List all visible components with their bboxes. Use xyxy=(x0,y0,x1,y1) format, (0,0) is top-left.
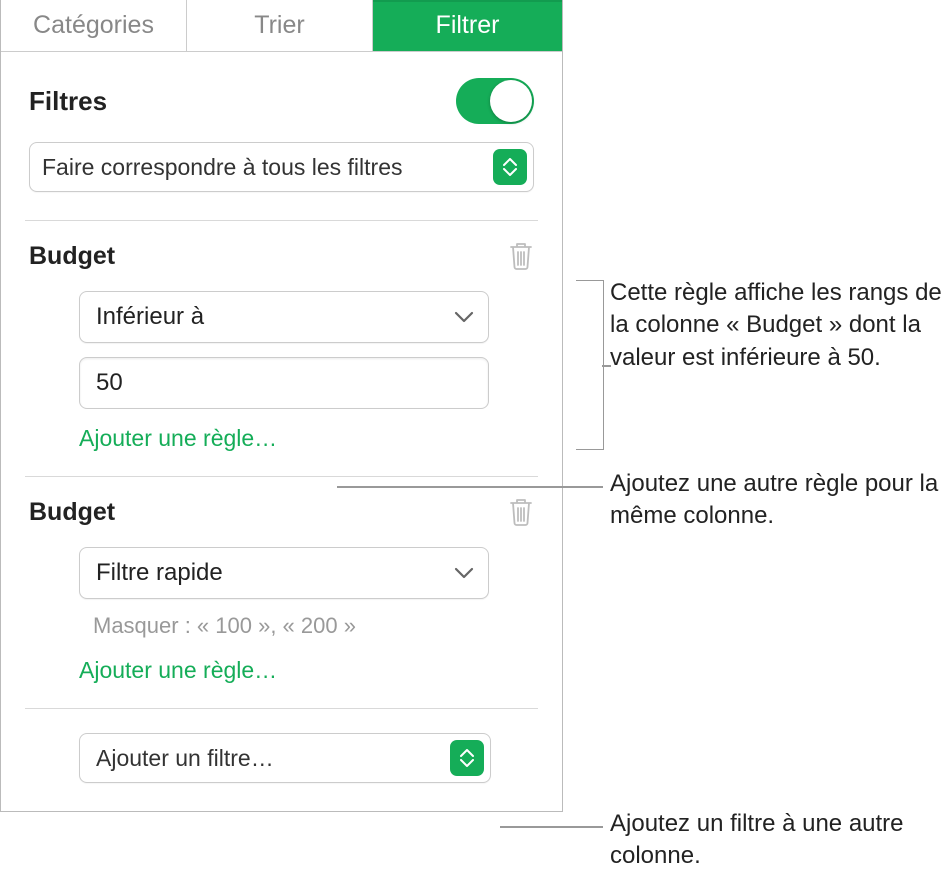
callout-line-3 xyxy=(500,826,603,828)
chevron-down-icon xyxy=(454,311,474,323)
rule-section-2: Budget Filtre rapide Masquer : « 100 », … xyxy=(1,477,562,708)
stepper-icon xyxy=(493,149,527,185)
add-filter-section: Ajouter un filtre… xyxy=(1,709,562,811)
filter-content: Filtres Faire correspondre à tous les fi… xyxy=(1,52,562,811)
operator-label-1: Inférieur à xyxy=(96,303,204,331)
operator-label-2: Filtre rapide xyxy=(96,559,223,587)
quick-filter-hint: Masquer : « 100 », « 200 » xyxy=(93,613,534,639)
rule-column-2: Budget xyxy=(29,498,115,527)
match-filter-select[interactable]: Faire correspondre à tous les filtres xyxy=(29,142,534,192)
match-filter-label: Faire correspondre à tous les filtres xyxy=(42,154,403,181)
operator-select-2[interactable]: Filtre rapide xyxy=(79,547,489,599)
add-rule-button-1[interactable]: Ajouter une règle… xyxy=(79,425,534,452)
filter-panel: Catégories Trier Filtrer Filtres Faire c… xyxy=(0,0,563,812)
operator-select-1[interactable]: Inférieur à xyxy=(79,291,489,343)
panel-tabs: Catégories Trier Filtrer xyxy=(1,0,562,52)
callout-text-1: Cette règle affiche les rangs de la colo… xyxy=(610,277,950,374)
filters-title: Filtres xyxy=(29,86,107,117)
add-filter-select[interactable]: Ajouter un filtre… xyxy=(79,733,491,783)
add-filter-label: Ajouter un filtre… xyxy=(96,745,274,772)
chevron-down-icon xyxy=(454,567,474,579)
callout-bracket-1 xyxy=(576,280,604,450)
stepper-icon xyxy=(450,740,484,776)
tab-filter[interactable]: Filtrer xyxy=(373,0,562,51)
rule-header-2: Budget xyxy=(29,497,534,527)
tab-categories[interactable]: Catégories xyxy=(1,0,187,51)
filters-header: Filtres xyxy=(1,52,562,142)
callout-text-2: Ajoutez une autre règle pour la même col… xyxy=(610,468,950,533)
rule-header-1: Budget xyxy=(29,241,534,271)
rule-section-1: Budget Inférieur à Ajouter une règle… xyxy=(1,221,562,476)
trash-icon[interactable] xyxy=(508,241,534,271)
add-rule-button-2[interactable]: Ajouter une règle… xyxy=(79,657,534,684)
trash-icon[interactable] xyxy=(508,497,534,527)
callout-line-2 xyxy=(337,486,603,488)
callout-text-3: Ajoutez un filtre à une autre colonne. xyxy=(610,808,950,873)
filters-toggle[interactable] xyxy=(456,78,534,124)
match-select-wrap: Faire correspondre à tous les filtres xyxy=(1,142,562,220)
tab-sort[interactable]: Trier xyxy=(187,0,373,51)
rule-column-1: Budget xyxy=(29,242,115,271)
value-input-1[interactable] xyxy=(79,357,489,409)
toggle-knob xyxy=(490,80,532,122)
